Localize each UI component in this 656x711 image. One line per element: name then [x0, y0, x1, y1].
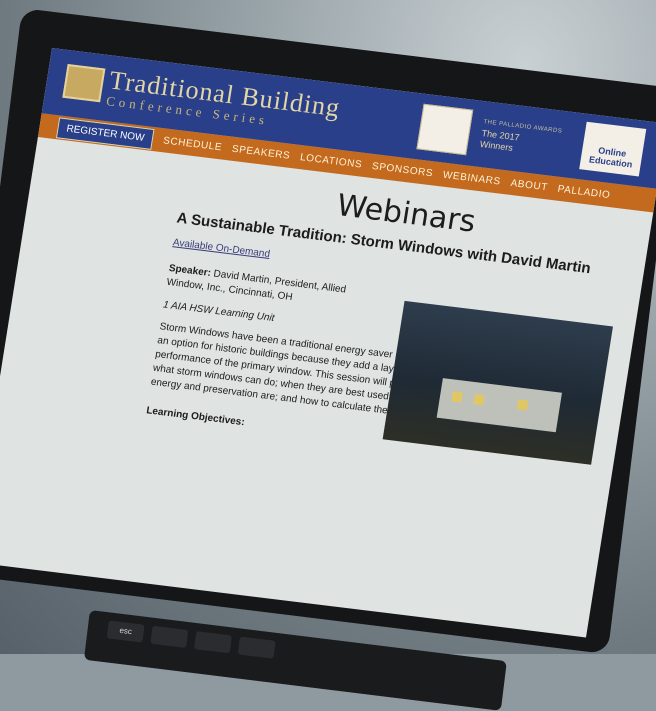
award-promo[interactable]: THE PALLADIO AWARDS The 2017 Winners [479, 117, 564, 159]
webinar-house-photo [382, 300, 613, 465]
window-light [516, 399, 529, 411]
speaker-label: Speaker: [168, 262, 212, 279]
nav-item-speakers[interactable]: SPEAKERS [231, 143, 291, 161]
keyboard-key[interactable] [150, 625, 189, 648]
building-logo-icon[interactable] [62, 64, 106, 103]
nav-item-about[interactable]: ABOUT [510, 177, 549, 192]
nav-item-schedule[interactable]: SCHEDULE [162, 135, 223, 153]
house-illustration [436, 378, 563, 433]
keyboard-key[interactable] [194, 631, 232, 654]
window-light [473, 394, 485, 406]
keyboard-key-esc[interactable]: esc [106, 620, 145, 643]
nav-item-locations[interactable]: LOCATIONS [299, 152, 363, 170]
online-education-badge[interactable]: Online Education [579, 121, 647, 177]
keyboard-key[interactable] [237, 636, 276, 659]
nav-item-palladio[interactable]: PALLADIO [557, 183, 611, 200]
browser-screen: Traditional Building Conference Series T… [0, 48, 656, 638]
laptop: Traditional Building Conference Series T… [0, 0, 656, 711]
palladio-award-logo-icon[interactable] [416, 103, 474, 156]
nav-item-webinars[interactable]: WEBINARS [442, 169, 501, 187]
nav-item-sponsors[interactable]: SPONSORS [371, 160, 434, 178]
window-light [451, 391, 463, 403]
